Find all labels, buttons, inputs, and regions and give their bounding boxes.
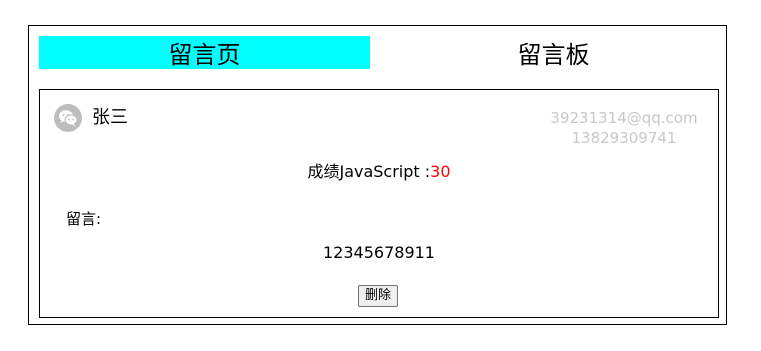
user-phone: 13829309741 [571,129,677,147]
delete-button[interactable]: 删除 [358,285,399,307]
tab-message-page[interactable]: 留言页 [39,36,370,69]
user-name: 张三 [92,107,128,128]
contact-info: 39231314@qq.com 13829309741 [544,108,704,148]
score-value: 30 [430,162,451,181]
wechat-icon [54,104,82,132]
message-label: 留言: [66,210,102,228]
score-line: 成绩JavaScript :30 [40,162,718,182]
tab-message-page-label: 留言页 [168,41,241,69]
message-content: 12345678911 [323,243,435,262]
tab-message-board-label: 留言板 [517,41,590,69]
message-card: 张三 39231314@qq.com 13829309741 成绩JavaScr… [39,89,719,318]
message-panel: 留言页 留言板 张三 39231314@qq.com 13829309741 成… [28,25,727,325]
score-label: 成绩JavaScript : [307,162,431,181]
user-email: 39231314@qq.com [550,109,698,127]
tab-message-board[interactable]: 留言板 [388,36,719,69]
